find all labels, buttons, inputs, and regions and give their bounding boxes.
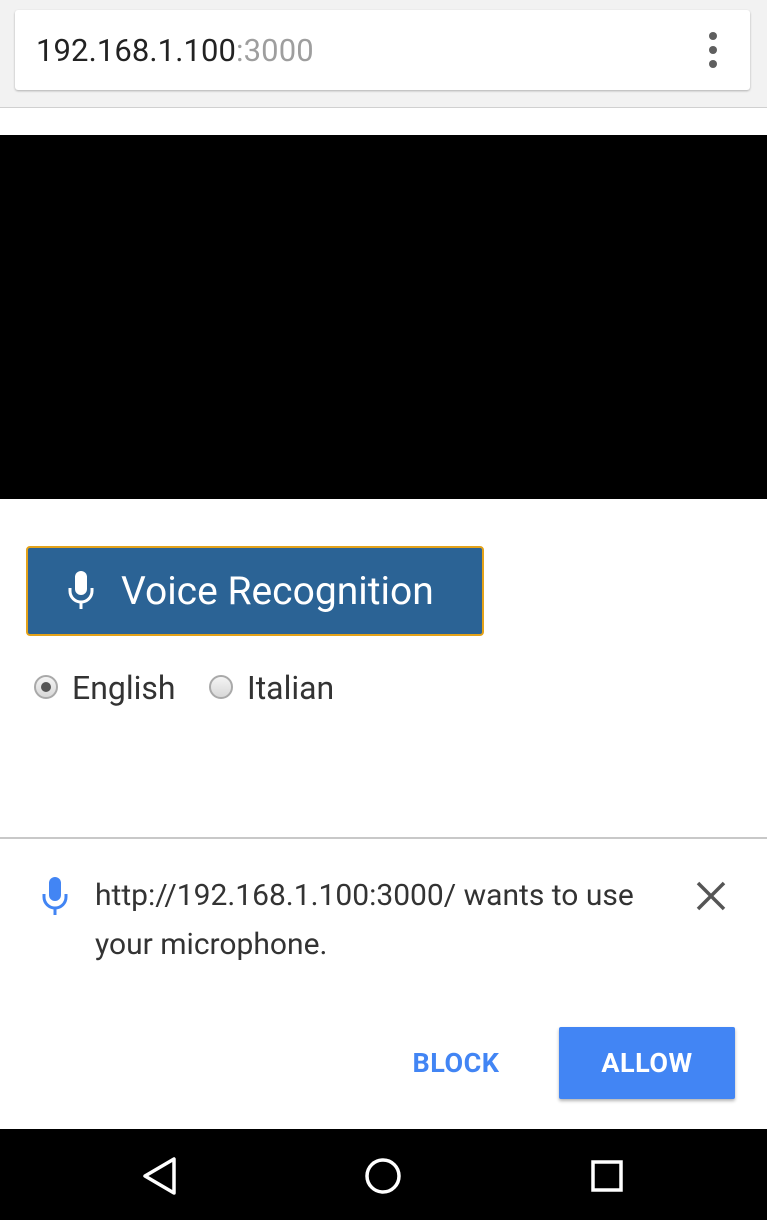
browser-toolbar: 192.168.1.100:3000: [0, 0, 767, 108]
url-port: :3000: [236, 32, 314, 69]
radio-label-italian: Italian: [247, 669, 335, 707]
url-host: 192.168.1.100: [36, 32, 237, 69]
allow-button[interactable]: ALLOW: [559, 1027, 735, 1099]
url-text[interactable]: 192.168.1.100:3000: [36, 32, 314, 70]
browser-menu-button[interactable]: [692, 30, 732, 70]
block-button[interactable]: BLOCK: [392, 1027, 520, 1099]
radio-italian[interactable]: Italian: [209, 668, 359, 710]
radio-english[interactable]: English: [34, 668, 194, 710]
close-icon[interactable]: [694, 879, 728, 913]
microphone-icon: [68, 571, 94, 609]
system-navigation-bar: [0, 1129, 767, 1220]
voice-recognition-button[interactable]: Voice Recognition: [26, 546, 484, 636]
microphone-icon: [42, 877, 68, 915]
radio-selected-dot: [41, 682, 51, 692]
home-icon[interactable]: [361, 1154, 405, 1198]
more-vert-icon: [709, 32, 717, 40]
address-bar[interactable]: 192.168.1.100:3000: [15, 10, 750, 90]
radio-button-selected[interactable]: [34, 675, 58, 699]
microphone-permission-prompt: http://192.168.1.100:3000/ wants to use …: [0, 837, 767, 1131]
recents-icon[interactable]: [585, 1154, 629, 1198]
permission-message: http://192.168.1.100:3000/ wants to use …: [95, 878, 634, 962]
browser-window: 192.168.1.100:3000 Voice Recognition Eng…: [0, 0, 767, 1220]
radio-label-english: English: [72, 669, 176, 707]
back-icon[interactable]: [138, 1154, 182, 1198]
voice-recognition-label: Voice Recognition: [121, 568, 434, 614]
video-preview: [0, 135, 767, 499]
radio-button-unselected[interactable]: [209, 675, 233, 699]
